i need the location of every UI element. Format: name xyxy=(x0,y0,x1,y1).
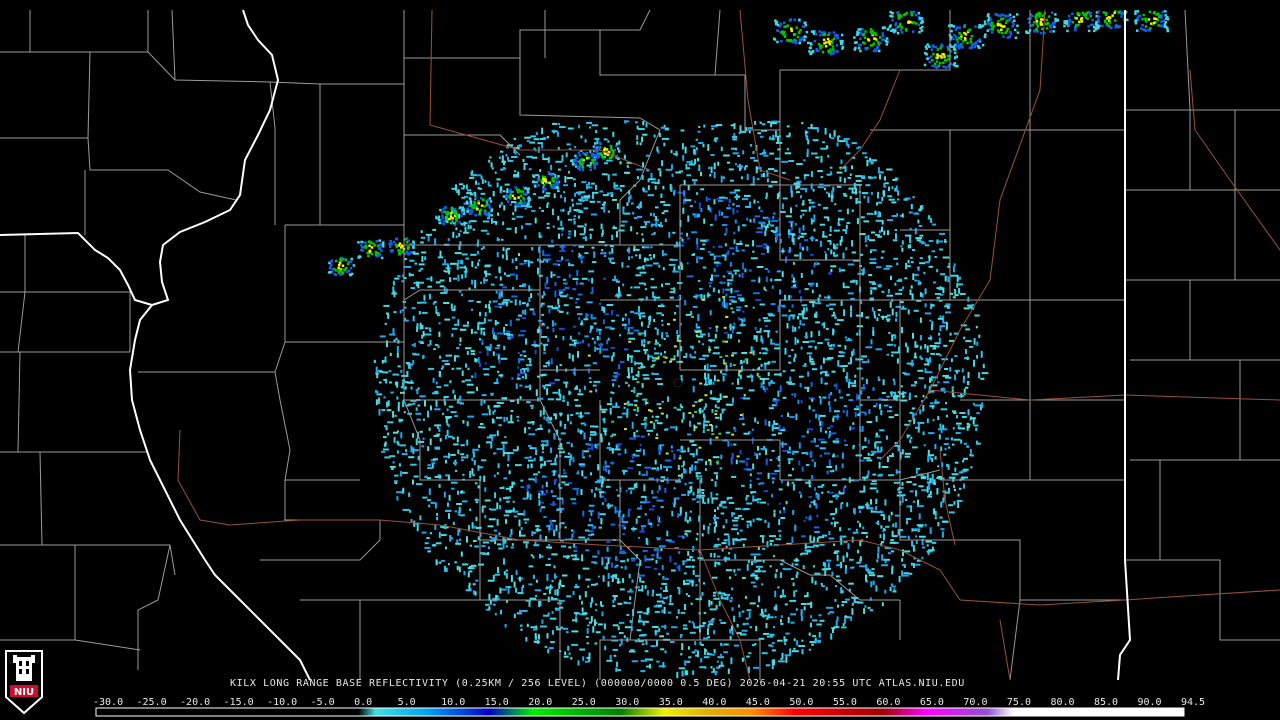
colorbar-label: -10.0 xyxy=(267,697,298,708)
colorbar-label: 60.0 xyxy=(876,697,901,708)
colorbar-label: 45.0 xyxy=(745,697,770,708)
colorbar-label: -25.0 xyxy=(136,697,167,708)
colorbar-label: 50.0 xyxy=(789,697,814,708)
colorbar-label: 25.0 xyxy=(571,697,596,708)
radar-map xyxy=(0,0,1280,720)
colorbar-label: 5.0 xyxy=(397,697,416,708)
colorbar-label: 20.0 xyxy=(528,697,553,708)
product-caption: KILX LONG RANGE BASE REFLECTIVITY (0.25K… xyxy=(230,678,965,689)
colorbar-labels: -30.0 -25.0 -20.0 -15.0 -10.0 -5.0 0.0 5.0 10.0 1… xyxy=(93,697,1205,709)
reflectivity-colorbar xyxy=(95,707,1185,717)
colorbar-label: 94.5 xyxy=(1181,697,1206,708)
colorbar-label: 10.0 xyxy=(441,697,466,708)
logo-text: NIU xyxy=(14,687,34,698)
colorbar-label: -20.0 xyxy=(180,697,211,708)
colorbar-label: 55.0 xyxy=(832,697,857,708)
colorbar-label: 85.0 xyxy=(1093,697,1119,708)
colorbar-label: 75.0 xyxy=(1006,697,1031,708)
radar-site-marker xyxy=(673,378,683,388)
colorbar-label: 40.0 xyxy=(702,697,727,708)
radar-display: NIU KILX LONG RANGE BASE REFLECTIVITY (0… xyxy=(0,0,1280,720)
colorbar-label: 80.0 xyxy=(1050,697,1075,708)
colorbar-label: 65.0 xyxy=(919,697,944,708)
colorbar-label: 70.0 xyxy=(963,697,988,708)
colorbar-label: -15.0 xyxy=(223,697,254,708)
colorbar-label: 35.0 xyxy=(658,697,683,708)
colorbar-label: 15.0 xyxy=(484,697,509,708)
niu-logo: NIU xyxy=(5,650,43,715)
colorbar-label: -5.0 xyxy=(310,697,335,708)
colorbar-label: -30.0 xyxy=(93,697,124,708)
colorbar-label: 0.0 xyxy=(354,697,373,708)
colorbar-label: 90.0 xyxy=(1137,697,1162,708)
colorbar-label: 30.0 xyxy=(615,697,640,708)
